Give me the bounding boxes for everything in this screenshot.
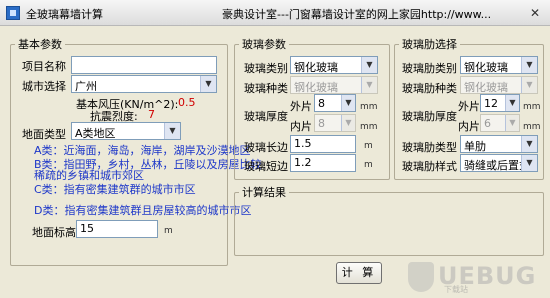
watermark-logo: UEBUG 下载站	[408, 260, 546, 296]
app-icon	[6, 6, 20, 20]
chevron-down-icon[interactable]: ▼	[505, 115, 519, 131]
glass-outer-label: 外片	[290, 100, 312, 113]
terrain-d-desc: D类：指有密集建筑群且房屋较高的城市市区	[34, 204, 252, 217]
glass-type-select[interactable]: 钢化玻璃 ▼	[290, 56, 378, 74]
glass-params-legend: 玻璃参数	[242, 38, 286, 51]
ground-height-unit: m	[164, 226, 173, 236]
title-bar: 全玻璃幕墙计算 豪典设计室---门窗幕墙设计室的网上家园http://www..…	[0, 0, 550, 26]
rib-kind-label: 玻璃肋种类	[402, 82, 457, 95]
result-group: 计算结果	[234, 184, 544, 256]
glass-inner-value: 8	[318, 117, 325, 130]
glass-short-unit: m	[364, 160, 373, 170]
wind-pressure-value: 0.5	[178, 96, 196, 109]
seismic-intensity-value: 7	[148, 108, 155, 121]
city-select[interactable]: 广州 ▼	[71, 75, 217, 93]
rib-type-select[interactable]: 钢化玻璃 ▼	[460, 56, 538, 74]
terrain-c-desc: C类：指有密集建筑群的城市市区	[34, 183, 196, 196]
chevron-down-icon[interactable]: ▼	[521, 155, 537, 171]
rib-outer-value: 12	[484, 97, 498, 110]
chevron-down-icon[interactable]: ▼	[164, 123, 180, 139]
rib-type-label: 玻璃肋类别	[402, 62, 457, 75]
result-legend: 计算结果	[242, 186, 286, 199]
glass-inner-label: 内片	[290, 120, 312, 133]
rib-thickness-label: 玻璃肋厚度	[402, 110, 457, 123]
rib-style-select[interactable]: 骑缝或后置式 ▼	[460, 154, 538, 172]
close-icon[interactable]: ✕	[526, 5, 544, 21]
rib-kind-style-label: 玻璃肋类型	[402, 141, 457, 154]
terrain-type-value: A类地区	[75, 127, 116, 140]
chevron-down-icon[interactable]: ▼	[341, 95, 355, 111]
rib-outer-unit: mm	[523, 102, 541, 112]
rib-params-legend: 玻璃肋选择	[402, 38, 457, 51]
glass-type-value: 钢化玻璃	[294, 61, 338, 74]
chevron-down-icon[interactable]: ▼	[521, 57, 537, 73]
chevron-down-icon[interactable]: ▼	[341, 115, 355, 131]
rib-inner-unit: mm	[523, 122, 541, 132]
rib-kind-style-value: 单肋	[464, 140, 486, 153]
glass-kind-value: 钢化玻璃	[294, 81, 338, 94]
glass-short-input[interactable]: 1.2	[290, 154, 356, 172]
chevron-down-icon[interactable]: ▼	[521, 136, 537, 152]
glass-thickness-label: 玻璃厚度	[244, 110, 288, 123]
rib-outer-label: 外片	[458, 100, 480, 113]
ground-height-label: 地面标高	[32, 226, 76, 239]
calculate-button[interactable]: 计 算	[336, 262, 382, 284]
glass-inner-select[interactable]: 8 ▼	[314, 114, 356, 132]
city-select-value: 广州	[75, 80, 97, 93]
rib-outer-select[interactable]: 12 ▼	[480, 94, 520, 112]
project-name-input[interactable]	[71, 56, 217, 74]
rib-kind-style-select[interactable]: 单肋 ▼	[460, 135, 538, 153]
glass-kind-select[interactable]: 钢化玻璃 ▼	[290, 76, 378, 94]
basic-params-legend: 基本参数	[18, 38, 62, 51]
rib-style-label: 玻璃肋样式	[402, 160, 457, 173]
rib-type-value: 钢化玻璃	[464, 61, 508, 74]
glass-inner-unit: mm	[360, 122, 378, 132]
chevron-down-icon[interactable]: ▼	[361, 77, 377, 93]
glass-outer-value: 8	[318, 97, 325, 110]
glass-short-label: 玻璃短边	[244, 160, 288, 173]
terrain-type-label: 地面类型	[22, 128, 66, 141]
terrain-type-select[interactable]: A类地区 ▼	[71, 122, 181, 140]
rib-kind-select[interactable]: 钢化玻璃 ▼	[460, 76, 538, 94]
chevron-down-icon[interactable]: ▼	[521, 77, 537, 93]
glass-outer-unit: mm	[360, 102, 378, 112]
glass-long-input[interactable]: 1.5	[290, 135, 356, 153]
rib-inner-value: 6	[484, 117, 491, 130]
glass-type-label: 玻璃类别	[244, 62, 288, 75]
ground-height-input[interactable]: 15	[76, 220, 158, 238]
shield-icon	[408, 262, 434, 292]
project-name-label: 项目名称	[22, 60, 66, 73]
rib-inner-select[interactable]: 6 ▼	[480, 114, 520, 132]
chevron-down-icon[interactable]: ▼	[505, 95, 519, 111]
glass-long-unit: m	[364, 141, 373, 151]
chevron-down-icon[interactable]: ▼	[200, 76, 216, 92]
rib-kind-value: 钢化玻璃	[464, 81, 508, 94]
watermark-subtext: 下载站	[444, 285, 468, 294]
glass-long-label: 玻璃长边	[244, 141, 288, 154]
glass-kind-label: 玻璃种类	[244, 82, 288, 95]
window-title: 全玻璃幕墙计算	[26, 8, 103, 21]
window-caption: 豪典设计室---门窗幕墙设计室的网上家园http://www...	[222, 8, 492, 21]
rib-inner-label: 内片	[458, 120, 480, 133]
glass-outer-select[interactable]: 8 ▼	[314, 94, 356, 112]
client-area: 基本参数 项目名称 城市选择 广州 ▼ 基本风压(KN/m^2): 0.5 抗震…	[4, 28, 546, 294]
chevron-down-icon[interactable]: ▼	[361, 57, 377, 73]
city-label: 城市选择	[22, 80, 66, 93]
